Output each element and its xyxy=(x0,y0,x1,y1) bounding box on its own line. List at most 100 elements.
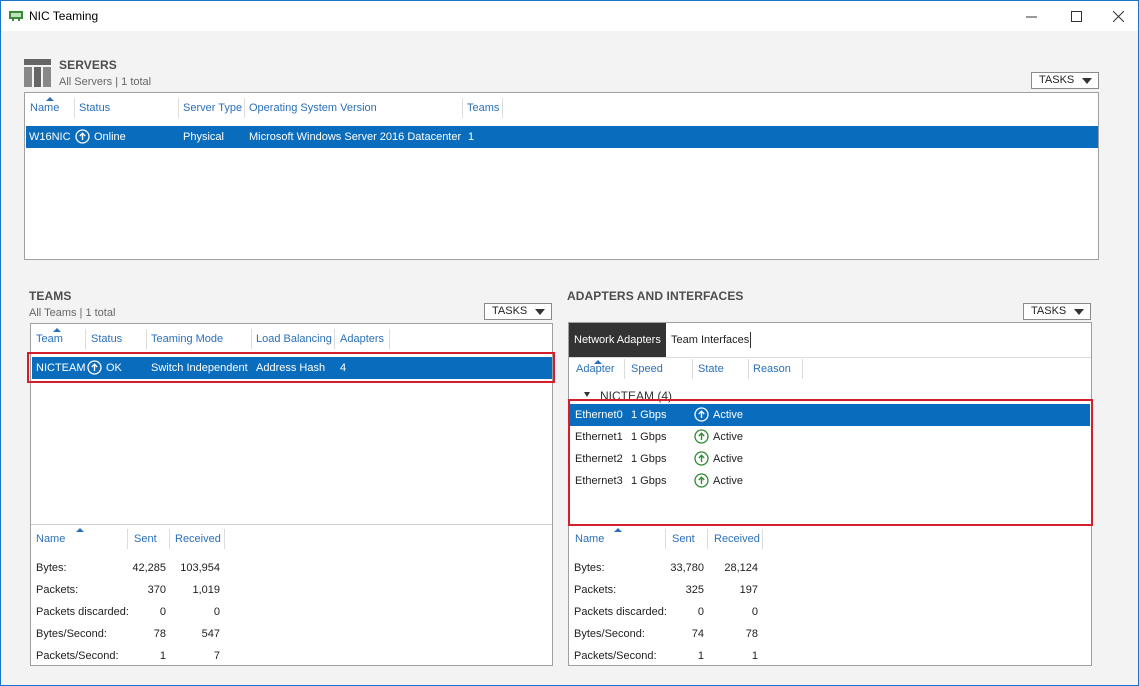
minimize-button[interactable] xyxy=(1013,1,1049,31)
column-divider xyxy=(502,98,503,118)
teams-col-teaming-mode[interactable]: Teaming Mode xyxy=(151,333,223,345)
group-collapse-icon[interactable] xyxy=(584,392,590,397)
stat-sent: 1 xyxy=(159,650,166,662)
column-divider xyxy=(624,359,625,379)
servers-col-os-version[interactable]: Operating System Version xyxy=(249,102,377,114)
stat-sent: 33,780 xyxy=(670,562,704,574)
servers-col-status[interactable]: Status xyxy=(79,102,110,114)
chevron-down-icon xyxy=(1074,309,1084,315)
column-divider xyxy=(462,98,463,118)
teams-tasks-label: TASKS xyxy=(492,305,528,317)
adapters-col-speed[interactable]: Speed xyxy=(631,363,663,375)
stat-name: Packets/Second: xyxy=(574,650,657,662)
stat-name: Bytes: xyxy=(574,562,605,574)
maximize-button[interactable] xyxy=(1058,1,1094,31)
column-divider xyxy=(169,529,170,549)
adapters-col-adapter[interactable]: Adapter xyxy=(576,363,615,375)
chevron-down-icon xyxy=(1082,78,1092,84)
adapter-stats-col-received[interactable]: Received xyxy=(714,533,760,545)
adapters-col-reason[interactable]: Reason xyxy=(753,363,791,375)
server-status: Online xyxy=(94,131,126,143)
stat-received: 197 xyxy=(739,584,758,596)
team-stats-col-sent[interactable]: Sent xyxy=(134,533,157,545)
servers-subtitle: All Servers | 1 total xyxy=(59,76,152,88)
servers-panel: Name Status Server Type Operating System… xyxy=(24,92,1099,260)
close-button[interactable] xyxy=(1100,1,1136,31)
server-name: W16NIC xyxy=(29,131,71,143)
sort-ascending-icon xyxy=(76,528,84,532)
stat-name: Packets discarded: xyxy=(36,606,129,618)
chevron-down-icon xyxy=(535,309,545,315)
column-divider xyxy=(762,529,763,549)
teams-col-load-balancing[interactable]: Load Balancing xyxy=(256,333,332,345)
stat-received: 103,954 xyxy=(180,562,220,574)
column-divider xyxy=(707,529,708,549)
tab-separator xyxy=(569,357,1091,358)
adapters-tasks-label: TASKS xyxy=(1031,305,1067,317)
stat-sent: 74 xyxy=(691,628,704,640)
minimize-icon xyxy=(1025,16,1037,17)
stat-name: Bytes: xyxy=(36,562,67,574)
server-row[interactable]: W16NIC Online Physical Microsoft Windows… xyxy=(26,126,1098,148)
column-divider xyxy=(802,359,803,379)
column-divider xyxy=(146,329,147,349)
adapters-col-state[interactable]: State xyxy=(698,363,724,375)
close-icon xyxy=(1112,10,1124,22)
stat-sent: 0 xyxy=(159,606,166,618)
stat-sent: 78 xyxy=(153,628,166,640)
stat-received: 0 xyxy=(751,606,758,618)
stats-divider xyxy=(31,524,552,525)
teams-tasks-button[interactable]: TASKS xyxy=(484,303,552,320)
teams-col-status[interactable]: Status xyxy=(91,333,122,345)
adapter-stats-col-name[interactable]: Name xyxy=(575,533,604,545)
teams-subtitle: All Teams | 1 total xyxy=(29,307,116,319)
tab-divider xyxy=(750,332,751,348)
column-divider xyxy=(251,329,252,349)
column-divider xyxy=(389,329,390,349)
column-divider xyxy=(224,529,225,549)
stat-received: 7 xyxy=(213,650,220,662)
team-row-highlight-box xyxy=(27,352,555,383)
stat-sent: 370 xyxy=(147,584,166,596)
sort-ascending-icon xyxy=(46,97,54,101)
teams-col-adapters[interactable]: Adapters xyxy=(340,333,384,345)
window-title: NIC Teaming xyxy=(29,9,99,23)
column-divider xyxy=(244,98,245,118)
servers-tasks-label: TASKS xyxy=(1039,74,1075,86)
tab-network-adapters[interactable]: Network Adapters xyxy=(569,323,666,357)
nic-teaming-window: NIC Teaming SERVERS All Servers | 1 tota… xyxy=(0,0,1139,686)
stat-name: Bytes/Second: xyxy=(574,628,645,640)
sort-ascending-icon xyxy=(614,528,622,532)
servers-tasks-button[interactable]: TASKS xyxy=(1031,72,1099,89)
servers-col-teams[interactable]: Teams xyxy=(467,102,499,114)
column-divider xyxy=(74,98,75,118)
team-stats-col-name[interactable]: Name xyxy=(36,533,65,545)
column-divider xyxy=(85,329,86,349)
stat-name: Packets: xyxy=(36,584,79,596)
server-teams: 1 xyxy=(468,131,475,143)
maximize-icon xyxy=(1070,10,1082,22)
adapter-stats-col-sent[interactable]: Sent xyxy=(672,533,695,545)
stat-received: 1 xyxy=(751,650,758,662)
servers-title: SERVERS xyxy=(59,58,117,72)
servers-col-server-type[interactable]: Server Type xyxy=(183,102,242,114)
title-bar: NIC Teaming xyxy=(1,1,1138,31)
stat-sent: 0 xyxy=(697,606,704,618)
column-divider xyxy=(127,529,128,549)
nic-teaming-app-icon xyxy=(9,11,23,21)
tab-team-interfaces[interactable]: Team Interfaces xyxy=(671,334,749,346)
teams-title: TEAMS xyxy=(29,289,72,303)
teams-col-team[interactable]: Team xyxy=(36,333,63,345)
servers-col-name[interactable]: Name xyxy=(30,102,59,114)
stat-received: 1,019 xyxy=(192,584,220,596)
stat-name: Packets discarded: xyxy=(574,606,667,618)
adapters-tasks-button[interactable]: TASKS xyxy=(1023,303,1091,320)
team-stats-col-received[interactable]: Received xyxy=(175,533,221,545)
column-divider xyxy=(334,329,335,349)
status-up-arrow-icon xyxy=(75,129,90,144)
column-divider xyxy=(178,98,179,118)
adapter-rows-highlight-box xyxy=(568,399,1093,526)
sort-ascending-icon xyxy=(53,328,61,332)
stat-sent: 325 xyxy=(685,584,704,596)
stat-name: Packets/Second: xyxy=(36,650,119,662)
